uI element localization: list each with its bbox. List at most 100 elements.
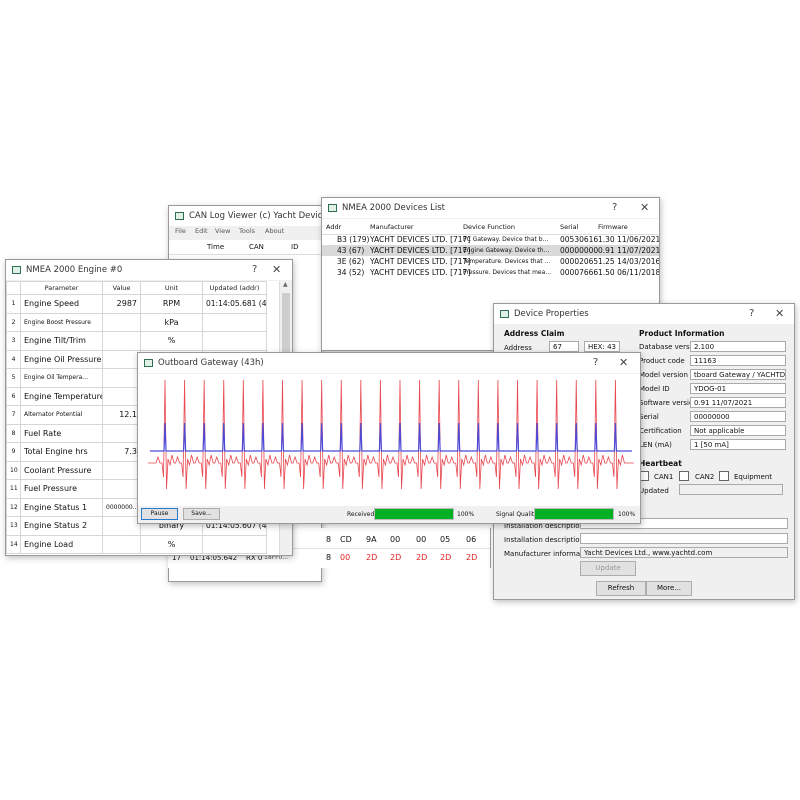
- menu-edit[interactable]: Edit: [195, 227, 208, 235]
- field-label: Product code: [639, 357, 685, 365]
- close-icon[interactable]: ✕: [272, 263, 281, 276]
- engine-title: NMEA 2000 Engine #0: [26, 265, 123, 275]
- table-row[interactable]: 1Engine Speed2987RPM01:14:05.681 (43): [6, 294, 267, 314]
- cell-row-number: 4: [6, 349, 21, 369]
- gateway-titlebar[interactable]: Outboard Gateway (43h) ? ✕: [138, 353, 640, 373]
- cell-parameter: Engine Oil Pressure: [20, 349, 103, 369]
- cell-function: PC Gateway. Device that b...: [463, 236, 549, 243]
- can2-label: CAN2: [695, 473, 715, 481]
- more-button[interactable]: More...: [646, 581, 692, 596]
- refresh-button[interactable]: Refresh: [596, 581, 646, 596]
- cell-updated: [202, 534, 267, 554]
- cell-row-number: 9: [6, 442, 21, 462]
- cell-parameter: Total Engine hrs: [20, 442, 103, 462]
- col-function[interactable]: Device Function: [463, 223, 515, 231]
- col-can[interactable]: CAN: [249, 243, 264, 251]
- cell-row-number: 8: [6, 423, 21, 443]
- cell-value: [102, 312, 141, 332]
- address-field[interactable]: 67: [549, 341, 579, 352]
- field-label: Certification: [639, 427, 682, 435]
- scroll-up-icon[interactable]: ▲: [283, 281, 288, 288]
- cell-manufacturer: YACHT DEVICES LTD. [717]: [370, 246, 471, 255]
- pause-button[interactable]: Pause: [141, 508, 178, 520]
- cell-manufacturer: YACHT DEVICES LTD. [717]: [370, 257, 471, 266]
- close-icon[interactable]: ✕: [640, 201, 649, 214]
- props-title: Device Properties: [514, 309, 589, 319]
- address-claim-heading: Address Claim: [504, 329, 565, 338]
- field-label: Serial: [639, 413, 659, 421]
- update-button[interactable]: Update: [580, 561, 636, 576]
- install2-field[interactable]: [580, 533, 788, 544]
- table-row[interactable]: 34 (52) YACHT DEVICES LTD. [717] Pressure.…: [322, 267, 659, 278]
- cell-function: Engine Gateway. Device th...: [463, 247, 550, 254]
- cell-value: 12.1: [102, 405, 141, 425]
- col-serial[interactable]: Serial: [560, 223, 578, 231]
- col-updated[interactable]: Updated (addr): [202, 281, 267, 295]
- field-value: 00000000: [690, 411, 786, 422]
- cell-addr: 3E (62): [337, 257, 365, 266]
- cell-value: 7.3: [102, 442, 141, 462]
- cell-parameter: Coolant Pressure: [20, 460, 103, 480]
- table-row[interactable]: 3 Engine Tilt/Trim%: [6, 331, 267, 351]
- help-icon[interactable]: ?: [593, 357, 598, 368]
- cell-parameter: Engine Load: [20, 534, 103, 554]
- cell-parameter: Engine Speed: [20, 294, 103, 314]
- col-manufacturer[interactable]: Manufacturer: [370, 223, 414, 231]
- menu-file[interactable]: File: [175, 227, 186, 235]
- help-icon[interactable]: ?: [252, 264, 257, 275]
- cell-value: 0000000...: [102, 497, 141, 517]
- col-unit[interactable]: Unit: [140, 281, 203, 295]
- cell-function: Pressure. Devices that mea...: [463, 269, 552, 276]
- product-info-heading: Product Information: [639, 329, 725, 338]
- col-firmware[interactable]: Firmware: [598, 223, 628, 231]
- signal-trace-red: [148, 379, 634, 490]
- cell-parameter: Engine Tilt/Trim: [20, 331, 103, 351]
- field-value: YDOG-01: [690, 383, 786, 394]
- scroll-thumb[interactable]: [282, 293, 290, 353]
- col-time[interactable]: Time: [207, 243, 224, 251]
- save-button[interactable]: Save...: [183, 508, 220, 520]
- col-value[interactable]: Value: [102, 281, 141, 295]
- field-label: Model version: [639, 371, 688, 379]
- quality-percent: 100%: [618, 511, 636, 518]
- cell-parameter: Engine Boost Pressure: [20, 312, 103, 332]
- close-icon[interactable]: ✕: [619, 356, 628, 369]
- table-row[interactable]: 14 Engine Load%: [6, 534, 267, 554]
- col-id[interactable]: ID: [291, 243, 298, 251]
- cell-manufacturer: YACHT DEVICES LTD. [717]: [370, 235, 471, 244]
- devices-titlebar[interactable]: NMEA 2000 Devices List ? ✕: [322, 198, 659, 218]
- install2-label: Installation description 2: [504, 536, 591, 544]
- menu-about[interactable]: About: [265, 227, 284, 235]
- field-value: tboard Gateway / YACHTD.COM: [690, 369, 786, 380]
- menu-tools[interactable]: Tools: [239, 227, 255, 235]
- app-icon: [175, 212, 184, 220]
- app-icon: [500, 310, 509, 318]
- engine-titlebar[interactable]: NMEA 2000 Engine #0 ? ✕: [6, 260, 292, 280]
- menu-view[interactable]: View: [215, 227, 230, 235]
- can1-label: CAN1: [654, 473, 674, 481]
- help-icon[interactable]: ?: [612, 202, 617, 213]
- props-titlebar[interactable]: Device Properties ? ✕: [494, 304, 794, 324]
- can-log-titlebar[interactable]: CAN Log Viewer (c) Yacht Devices Ltd.: [169, 206, 321, 226]
- table-row[interactable]: B3 (179) YACHT DEVICES LTD. [717] PC Gatew…: [322, 234, 659, 245]
- received-label: Received:: [347, 511, 377, 518]
- can2-checkbox[interactable]: [679, 471, 689, 481]
- help-icon[interactable]: ?: [749, 308, 754, 319]
- close-icon[interactable]: ✕: [775, 307, 784, 320]
- quality-progress: [534, 508, 614, 520]
- cell-firmware: 1.25 14/03/2016: [598, 257, 660, 266]
- cell-row-number: 7: [6, 405, 21, 425]
- cell-parameter: Engine Temperature: [20, 386, 103, 406]
- col-parameter[interactable]: Parameter: [20, 281, 103, 295]
- equipment-checkbox[interactable]: [719, 471, 729, 481]
- can-log-title: CAN Log Viewer (c) Yacht Devices Ltd.: [189, 211, 322, 221]
- col-addr[interactable]: Addr: [326, 223, 341, 231]
- cell-unit: %: [140, 331, 203, 351]
- cell-firmware: 1.30 11/06/2021: [598, 235, 660, 244]
- table-row[interactable]: 2 Engine Boost Pressure kPa: [6, 312, 267, 332]
- table-row[interactable]: 43 (67) YACHT DEVICES LTD. [717] Engine Ga…: [322, 245, 659, 256]
- cell-parameter: Engine Status 2: [20, 516, 103, 536]
- can-log-header: Time CAN ID: [169, 240, 321, 255]
- cell-updated: [202, 331, 267, 351]
- table-row[interactable]: 3E (62) YACHT DEVICES LTD. [717] Temperatu…: [322, 256, 659, 267]
